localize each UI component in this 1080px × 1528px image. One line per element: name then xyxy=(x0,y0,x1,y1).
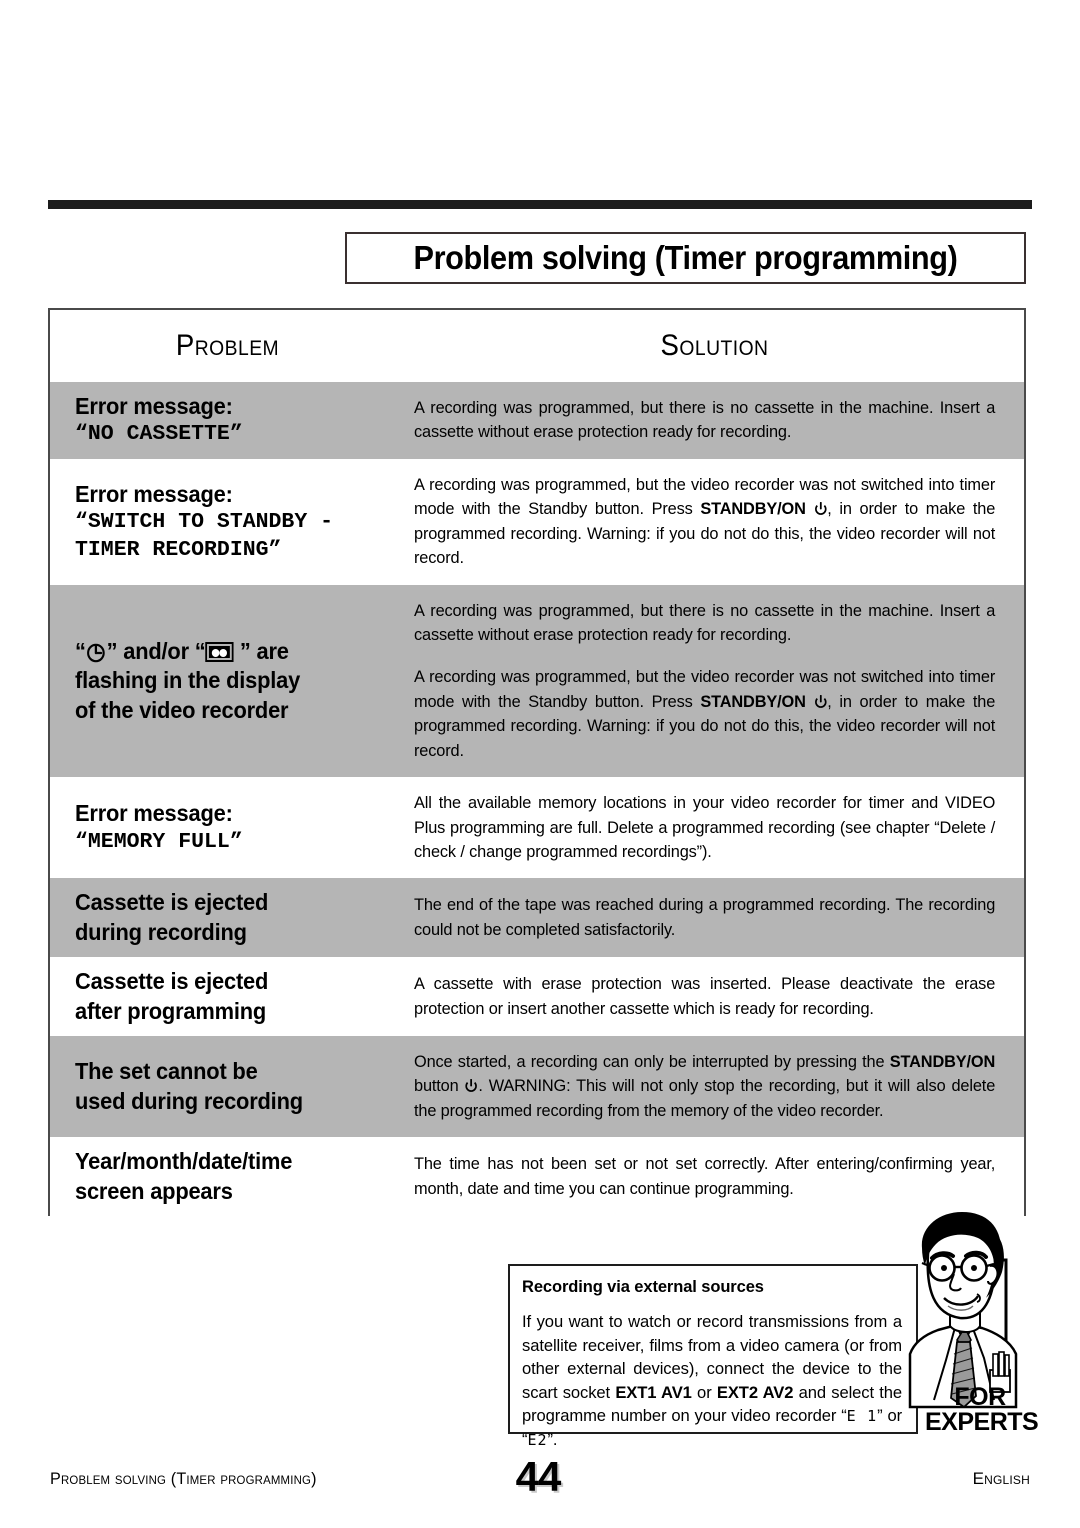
standby-power-icon xyxy=(813,501,827,518)
problem-cell: Cassette is ejected after programming xyxy=(50,957,405,1036)
solution-cell: The end of the tape was reached during a… xyxy=(405,878,1024,957)
problem-cell: Year/month/date/time screen appears xyxy=(50,1137,405,1216)
problem-line: TIMER RECORDING” xyxy=(75,537,282,562)
column-header-solution: Solution xyxy=(660,329,769,362)
callout-body: If you want to watch or record transmiss… xyxy=(522,1310,902,1451)
for-experts-callout-box: Recording via external sources If you wa… xyxy=(508,1264,918,1449)
problem-line: screen appears xyxy=(75,1177,233,1204)
problem-line: of the video recorder xyxy=(75,696,289,723)
problem-line: flashing in the display xyxy=(75,667,301,694)
solution-cell: A cassette with erase protection was ins… xyxy=(405,957,1024,1036)
callout-heading: Recording via external sources xyxy=(522,1278,764,1296)
problem-cell: Error message: “SWITCH TO STANDBY - TIMER … xyxy=(50,459,405,585)
solution-paragraph: A cassette with erase protection was ins… xyxy=(414,974,996,1018)
solution-cell: Once started, a recording can only be in… xyxy=(405,1036,1024,1137)
table-row: Cassette is ejected after programming A ca… xyxy=(50,957,1024,1037)
footer-page-number: 44 xyxy=(515,1453,562,1500)
table-body: Error message: “NO CASSETTE” A recording w… xyxy=(50,382,1024,1217)
table-row: “” and/or “ ” are flashing in the display… xyxy=(50,584,1024,778)
page-title: Problem solving (Timer programming) xyxy=(413,239,958,276)
table-header-row: Problem Solution xyxy=(50,310,1024,382)
scart-socket-ext1: EXT1 AV1 xyxy=(615,1382,692,1402)
inline-emphasis: STANDBY/ON xyxy=(700,691,806,711)
standby-power-icon xyxy=(813,694,827,711)
lcd-display-e2: E2 xyxy=(527,1430,548,1449)
solution-paragraph: All the available memory locations in yo… xyxy=(414,793,996,861)
for-experts-line2: EXPERTS xyxy=(925,1408,1039,1436)
problem-line: during recording xyxy=(75,918,247,945)
table-row: Error message: “SWITCH TO STANDBY - TIMER … xyxy=(50,458,1024,585)
problem-line: Cassette is ejected xyxy=(75,968,269,995)
inline-emphasis: STANDBY/ON xyxy=(700,499,806,519)
problem-cell: Cassette is ejected during recording xyxy=(50,878,405,957)
problem-line: “SWITCH TO STANDBY - xyxy=(75,510,334,534)
problem-line: The set cannot be xyxy=(75,1058,258,1085)
table-row: Year/month/date/time screen appears The ti… xyxy=(50,1137,1024,1217)
table-row: Error message: “MEMORY FULL” All the avail… xyxy=(50,777,1024,879)
solution-paragraph: A recording was programmed, but the vide… xyxy=(414,474,996,568)
solution-paragraph: Once started, a recording can only be in… xyxy=(414,1052,996,1120)
solution-cell: A recording was programmed, but there is… xyxy=(405,382,1024,459)
callout-text-part2: or xyxy=(691,1382,717,1402)
page-footer: Problem solving (Timer programming) 44 E… xyxy=(48,1453,1032,1505)
for-experts-badge: FOR EXPERTS xyxy=(925,1383,1039,1436)
problem-cell: “” and/or “ ” are flashing in the display… xyxy=(50,585,405,777)
problem-line: Year/month/date/time xyxy=(75,1148,293,1175)
problem-line: Error message: xyxy=(75,480,233,507)
scart-socket-ext2: EXT2 AV2 xyxy=(716,1382,794,1402)
column-header-problem: Problem xyxy=(175,329,280,362)
footer-language-label: English xyxy=(972,1469,1030,1488)
standby-power-icon xyxy=(465,1078,479,1095)
problem-line: Error message: xyxy=(75,393,233,419)
for-experts-line1: FOR xyxy=(954,1383,1006,1411)
timer-clock-icon xyxy=(86,641,107,663)
solution-paragraph: The time has not been set or not set cor… xyxy=(414,1154,996,1198)
problem-line: “NO CASSETTE” xyxy=(75,422,243,447)
solution-paragraph: A recording was programmed, but there is… xyxy=(414,398,996,442)
solution-paragraph: A recording was programmed, but the vide… xyxy=(414,667,996,760)
page-title-banner: Problem solving (Timer programming) xyxy=(345,232,1026,284)
solution-paragraph: A recording was programmed, but there is… xyxy=(414,600,996,645)
problem-line: used during recording xyxy=(75,1087,303,1114)
solution-cell: A recording was programmed, but there is… xyxy=(405,585,1024,777)
solution-cell: A recording was programmed, but the vide… xyxy=(405,459,1024,585)
problem-line: “MEMORY FULL” xyxy=(75,829,243,854)
problem-cell: The set cannot be used during recording xyxy=(50,1036,405,1137)
top-horizontal-rule xyxy=(48,200,1032,209)
problem-line: Error message: xyxy=(75,800,233,827)
footer-chapter-label: Problem solving (Timer programming) xyxy=(50,1469,317,1488)
problem-line: after programming xyxy=(75,997,267,1024)
inline-emphasis: STANDBY/ON xyxy=(889,1052,996,1072)
lcd-display-e1: E 1 xyxy=(846,1407,878,1426)
problem-solution-table: Problem Solution Error message: “NO CASSE… xyxy=(48,308,1026,1217)
cassette-tape-icon xyxy=(205,641,235,662)
table-row: The set cannot be used during recording On… xyxy=(50,1036,1024,1138)
problem-line: “” and/or “ ” are xyxy=(75,637,289,664)
solution-paragraph: The end of the tape was reached during a… xyxy=(414,895,996,939)
callout-text-part5: ”. xyxy=(547,1429,558,1449)
problem-cell: Error message: “NO CASSETTE” xyxy=(50,382,405,459)
table-row: Error message: “NO CASSETTE” A recording w… xyxy=(50,382,1024,459)
table-row: Cassette is ejected during recording The e… xyxy=(50,878,1024,958)
solution-cell: All the available memory locations in yo… xyxy=(405,777,1024,878)
problem-line: Cassette is ejected xyxy=(75,889,269,916)
problem-cell: Error message: “MEMORY FULL” xyxy=(50,777,405,878)
